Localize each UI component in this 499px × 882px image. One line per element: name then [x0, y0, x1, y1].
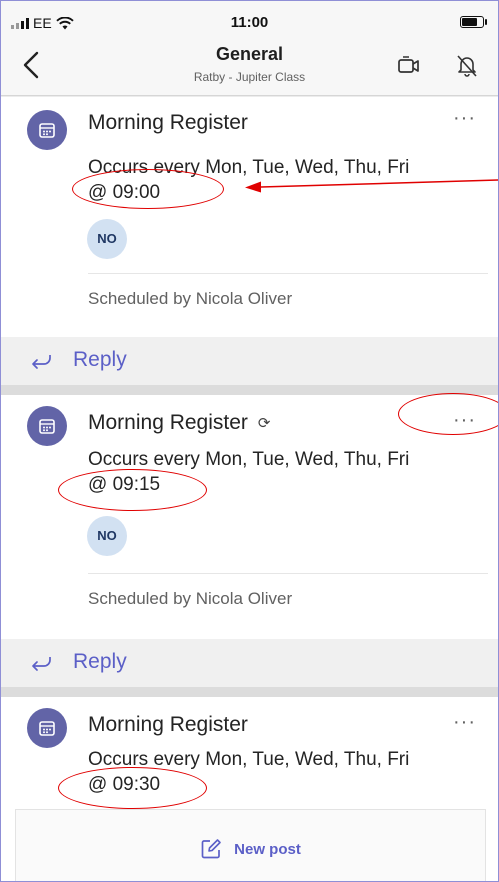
annotation-ellipse [72, 169, 224, 209]
new-post-button[interactable]: New post [15, 809, 486, 881]
annotation-ellipse [58, 469, 207, 511]
more-options-icon[interactable]: ··· [453, 108, 476, 128]
compose-icon [201, 839, 221, 859]
calendar-icon [39, 123, 55, 138]
team-name: Ratby - Jupiter Class [193, 70, 306, 84]
reply-label: Reply [73, 650, 127, 673]
calendar-avatar [27, 708, 67, 748]
attendee-avatar[interactable]: NO [87, 219, 127, 259]
attendee-avatar[interactable]: NO [87, 516, 127, 556]
bell-off-icon[interactable] [454, 53, 480, 79]
calendar-icon [39, 721, 55, 736]
divider [88, 573, 488, 574]
annotation-ellipse [398, 393, 498, 435]
calendar-icon [39, 419, 55, 434]
separator [1, 687, 498, 697]
channel-header: General Ratby - Jupiter Class [1, 39, 498, 96]
annotation-ellipse [58, 767, 207, 809]
video-call-icon[interactable] [396, 53, 422, 79]
annotation-arrow-icon [245, 179, 498, 193]
new-post-label: New post [234, 840, 301, 858]
post-card: Morning Register ··· Occurs every Mon, T… [1, 97, 498, 337]
reply-button[interactable]: Reply [1, 337, 498, 385]
calendar-avatar [27, 110, 67, 150]
reply-button[interactable]: Reply [1, 639, 498, 687]
teams-channel-screen: EE 11:00 General Ratby - Jupiter Class M… [0, 0, 499, 882]
separator [1, 385, 498, 395]
reply-arrow-icon [32, 657, 51, 671]
reply-label: Reply [73, 348, 127, 371]
more-options-icon[interactable]: ··· [453, 712, 476, 732]
recurring-icon: ⟳ [257, 415, 271, 432]
post-title: Morning Register [88, 713, 248, 736]
channel-title: General [215, 44, 284, 64]
clock: 11:00 [230, 14, 269, 31]
status-bar: EE 11:00 [1, 1, 498, 39]
post-title: Morning Register [88, 411, 248, 434]
post-title: Morning Register [88, 111, 248, 134]
calendar-avatar [27, 406, 67, 446]
reply-arrow-icon [32, 355, 51, 369]
scheduled-by-text: Scheduled by Nicola Oliver [88, 589, 293, 608]
battery-icon [460, 16, 487, 28]
scheduled-by-text: Scheduled by Nicola Oliver [88, 289, 293, 308]
divider [88, 273, 488, 274]
